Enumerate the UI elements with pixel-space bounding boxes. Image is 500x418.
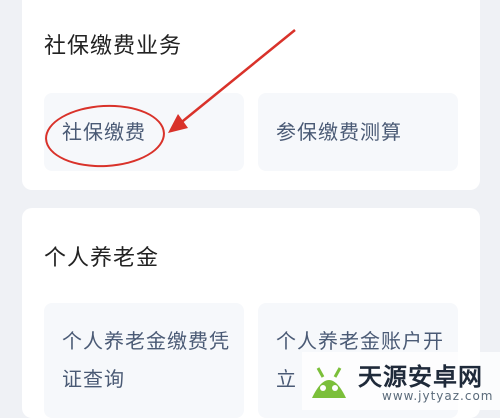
annotation-arrow (168, 29, 296, 133)
watermark: 天源安卓网 www.jytyaz.com (302, 352, 500, 410)
watermark-name: 天源安卓网 (358, 363, 483, 391)
android-logo-icon (312, 367, 346, 398)
watermark-url: www.jytyaz.com (382, 389, 494, 403)
